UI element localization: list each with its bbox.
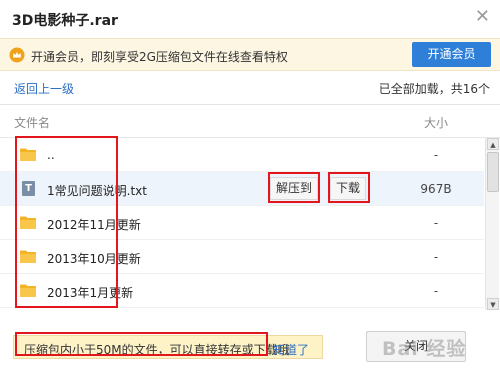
column-header: 文件名 大小 [0, 105, 500, 138]
window-title: 3D电影种子.rar [12, 13, 118, 29]
close-icon[interactable]: ✕ [475, 8, 490, 26]
crown-icon [9, 47, 25, 63]
annotation-box-names [15, 136, 118, 308]
annotation-box-extract [268, 172, 320, 203]
nav-bar: 返回上一级 已全部加载，共16个 [0, 71, 500, 105]
file-size: 967B [420, 182, 452, 196]
scroll-up-icon[interactable]: ▲ [487, 138, 499, 150]
scroll-thumb[interactable] [487, 152, 499, 192]
list-scrollbar[interactable]: ▲ ▼ [485, 138, 499, 310]
vip-message: 开通会员，即刻享受2G压缩包文件在线查看特权 [31, 50, 288, 64]
watermark: Bai 经验 [382, 338, 467, 360]
file-size: - [433, 284, 439, 298]
annotation-box-tip [15, 332, 268, 356]
open-vip-button[interactable]: 开通会员 [412, 42, 491, 67]
file-size: - [433, 216, 439, 230]
column-size-header[interactable]: 大小 [424, 114, 448, 131]
dismiss-tip-link[interactable]: 知道了 [273, 341, 309, 358]
file-size: - [433, 148, 439, 162]
column-name-header[interactable]: 文件名 [14, 114, 50, 131]
file-size: - [433, 250, 439, 264]
back-link[interactable]: 返回上一级 [14, 80, 74, 97]
title-bar: 3D电影种子.rar ✕ [0, 0, 500, 38]
loaded-info: 已全部加载，共16个 [378, 82, 490, 96]
annotation-box-download [328, 172, 370, 203]
scroll-down-icon[interactable]: ▼ [487, 298, 499, 310]
